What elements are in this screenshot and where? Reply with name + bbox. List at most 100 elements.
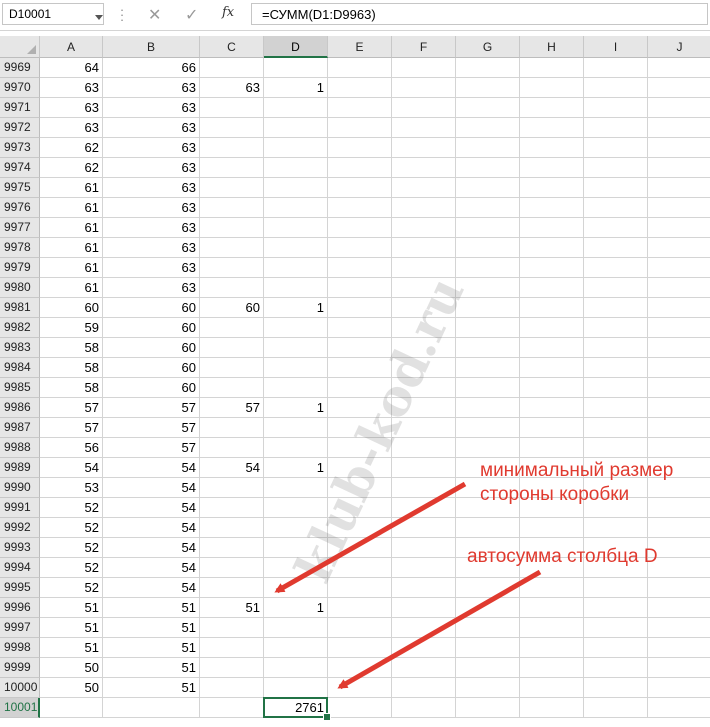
row-header[interactable]: 9989	[0, 458, 40, 478]
cell-f[interactable]	[392, 698, 456, 718]
cell-f[interactable]	[392, 338, 456, 358]
cell-h[interactable]	[520, 518, 584, 538]
cell-d[interactable]: 1	[264, 398, 328, 418]
cell-d[interactable]	[264, 418, 328, 438]
cell-b[interactable]: 54	[103, 478, 200, 498]
cell-h[interactable]	[520, 418, 584, 438]
cell-g[interactable]	[456, 598, 520, 618]
cell-a[interactable]: 52	[40, 538, 103, 558]
cell-i[interactable]	[584, 198, 648, 218]
cell-i[interactable]	[584, 158, 648, 178]
cell-j[interactable]	[648, 78, 710, 98]
cell-b[interactable]: 63	[103, 138, 200, 158]
cell-d[interactable]	[264, 438, 328, 458]
cell-c[interactable]: 63	[200, 78, 264, 98]
cell-i[interactable]	[584, 678, 648, 698]
cell-h[interactable]	[520, 398, 584, 418]
cell-f[interactable]	[392, 658, 456, 678]
cell-i[interactable]	[584, 578, 648, 598]
column-header-c[interactable]: C	[200, 36, 264, 58]
cell-d[interactable]	[264, 198, 328, 218]
cell-f[interactable]	[392, 418, 456, 438]
cell-a[interactable]: 52	[40, 518, 103, 538]
cell-f[interactable]	[392, 518, 456, 538]
row-header[interactable]: 9970	[0, 78, 40, 98]
row-header[interactable]: 9984	[0, 358, 40, 378]
cell-f[interactable]	[392, 478, 456, 498]
cell-h[interactable]	[520, 698, 584, 718]
cell-f[interactable]	[392, 198, 456, 218]
cell-a[interactable]: 61	[40, 218, 103, 238]
cell-e[interactable]	[328, 78, 392, 98]
cell-j[interactable]	[648, 298, 710, 318]
cell-b[interactable]: 63	[103, 258, 200, 278]
cell-a[interactable]: 62	[40, 138, 103, 158]
cell-j[interactable]	[648, 378, 710, 398]
cell-e[interactable]	[328, 638, 392, 658]
cell-i[interactable]	[584, 398, 648, 418]
cell-j[interactable]	[648, 578, 710, 598]
cell-d[interactable]	[264, 498, 328, 518]
cell-a[interactable]: 52	[40, 498, 103, 518]
cell-d[interactable]	[264, 238, 328, 258]
cell-b[interactable]: 60	[103, 358, 200, 378]
cell-i[interactable]	[584, 118, 648, 138]
cell-j[interactable]	[648, 318, 710, 338]
cell-f[interactable]	[392, 618, 456, 638]
cell-c[interactable]	[200, 518, 264, 538]
cell-c[interactable]	[200, 558, 264, 578]
cell-e[interactable]	[328, 98, 392, 118]
cell-h[interactable]	[520, 138, 584, 158]
row-header[interactable]: 9983	[0, 338, 40, 358]
cell-b[interactable]: 54	[103, 498, 200, 518]
cell-e[interactable]	[328, 178, 392, 198]
cell-i[interactable]	[584, 378, 648, 398]
cell-i[interactable]	[584, 338, 648, 358]
cell-d[interactable]: 1	[264, 298, 328, 318]
cell-f[interactable]	[392, 58, 456, 78]
cell-i[interactable]	[584, 418, 648, 438]
row-header[interactable]: 9998	[0, 638, 40, 658]
cell-g[interactable]	[456, 278, 520, 298]
cell-f[interactable]	[392, 558, 456, 578]
cell-i[interactable]	[584, 698, 648, 718]
cell-f[interactable]	[392, 578, 456, 598]
cell-j[interactable]	[648, 518, 710, 538]
cell-b[interactable]: 57	[103, 398, 200, 418]
cell-e[interactable]	[328, 678, 392, 698]
chevron-down-icon[interactable]	[95, 15, 103, 20]
cell-e[interactable]	[328, 578, 392, 598]
cell-i[interactable]	[584, 438, 648, 458]
cell-h[interactable]	[520, 98, 584, 118]
cell-d[interactable]	[264, 58, 328, 78]
cell-e[interactable]	[328, 378, 392, 398]
cell-a[interactable]: 58	[40, 338, 103, 358]
cell-b[interactable]: 63	[103, 218, 200, 238]
cell-f[interactable]	[392, 358, 456, 378]
column-header-e[interactable]: E	[328, 36, 392, 58]
cell-e[interactable]	[328, 498, 392, 518]
column-header-h[interactable]: H	[520, 36, 584, 58]
cell-c[interactable]	[200, 658, 264, 678]
cell-b[interactable]: 51	[103, 618, 200, 638]
cell-f[interactable]	[392, 598, 456, 618]
cell-c[interactable]	[200, 258, 264, 278]
cell-b[interactable]: 63	[103, 238, 200, 258]
row-header[interactable]: 9975	[0, 178, 40, 198]
cell-g[interactable]	[456, 98, 520, 118]
cell-a[interactable]: 54	[40, 458, 103, 478]
cell-f[interactable]	[392, 78, 456, 98]
cell-d[interactable]	[264, 658, 328, 678]
cell-e[interactable]	[328, 198, 392, 218]
cell-b[interactable]: 54	[103, 538, 200, 558]
cell-c[interactable]	[200, 98, 264, 118]
cell-a[interactable]: 62	[40, 158, 103, 178]
cell-d[interactable]	[264, 558, 328, 578]
cell-b[interactable]: 63	[103, 278, 200, 298]
cell-c[interactable]: 57	[200, 398, 264, 418]
row-header[interactable]: 9994	[0, 558, 40, 578]
cell-e[interactable]	[328, 698, 392, 718]
cell-a[interactable]: 63	[40, 78, 103, 98]
cell-c[interactable]: 51	[200, 598, 264, 618]
cell-e[interactable]	[328, 338, 392, 358]
